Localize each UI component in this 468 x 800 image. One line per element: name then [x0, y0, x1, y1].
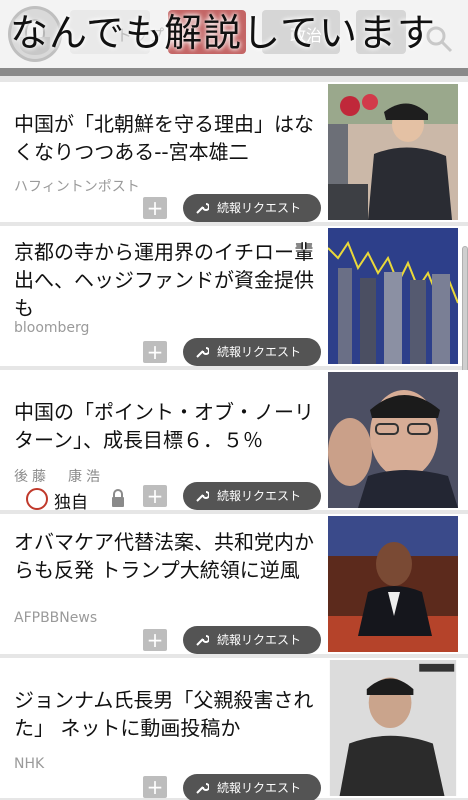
header-divider	[0, 68, 468, 76]
article-source: NHK	[14, 756, 45, 772]
article-card[interactable]: 京都の寺から運用界のイチロー輩出へ、ヘッジファンドが資金提供も bloomber…	[0, 226, 468, 366]
article-title[interactable]: ジョンナム氏長男「父親殺害された」 ネットに動画投稿か	[14, 686, 314, 742]
add-button[interactable]: +	[143, 197, 167, 219]
follow-up-request-button[interactable]: 続報リクエスト	[183, 774, 321, 800]
follow-up-request-button[interactable]: 続報リクエスト	[183, 338, 321, 366]
article-source: AFPBBNews	[14, 610, 98, 626]
add-button[interactable]: +	[143, 629, 167, 651]
article-title[interactable]: 中国の「ポイント・オブ・ノーリターン」、成長目標６．５％	[14, 398, 314, 454]
article-author: 後藤 康浩	[14, 469, 104, 485]
article-source: ハフィントンポスト	[14, 179, 140, 195]
article-thumbnail[interactable]	[328, 84, 458, 220]
request-label: 続報リクエスト	[217, 781, 302, 795]
wrench-icon	[196, 491, 209, 502]
add-button[interactable]: +	[143, 341, 167, 363]
request-label: 続報リクエスト	[217, 345, 302, 359]
article-thumbnail[interactable]	[328, 660, 458, 796]
follow-up-request-button[interactable]: 続報リクエスト	[183, 194, 321, 222]
avatar	[26, 488, 48, 510]
wrench-icon	[196, 783, 209, 794]
article-thumbnail[interactable]	[328, 516, 458, 652]
wrench-icon	[196, 203, 209, 214]
article-card[interactable]: 中国が「北朝鮮を守る理由」はなくなりつつある--宮本雄二 ハフィントンポスト +…	[0, 82, 468, 222]
lock-icon	[112, 489, 124, 507]
follow-up-request-button[interactable]: 続報リクエスト	[183, 482, 321, 510]
exclusive-label: 独自	[54, 493, 88, 513]
caption-banner: なんでも解説しています	[10, 11, 436, 55]
add-button[interactable]: +	[143, 485, 167, 507]
article-title[interactable]: 京都の寺から運用界のイチロー輩出へ、ヘッジファンドが資金提供も	[14, 238, 314, 322]
article-card[interactable]: オバマケア代替法案、共和党内からも反発 トランプ大統領に逆風 AFPBBNews…	[0, 514, 468, 654]
article-thumbnail[interactable]	[328, 372, 458, 508]
article-source: bloomberg	[14, 320, 90, 336]
scrollbar-handle[interactable]	[462, 246, 468, 382]
request-label: 続報リクエスト	[217, 633, 302, 647]
article-thumbnail[interactable]	[328, 228, 458, 364]
request-label: 続報リクエスト	[217, 489, 302, 503]
wrench-icon	[196, 635, 209, 646]
add-button[interactable]: +	[143, 776, 167, 798]
wrench-icon	[196, 347, 209, 358]
top-bar: トップ 政治 なんでも解説しています	[0, 0, 468, 68]
follow-up-request-button[interactable]: 続報リクエスト	[183, 626, 321, 654]
article-card[interactable]: ジョンナム氏長男「父親殺害された」 ネットに動画投稿か NHK + 続報リクエス…	[0, 658, 468, 800]
article-title[interactable]: 中国が「北朝鮮を守る理由」はなくなりつつある--宮本雄二	[14, 110, 314, 166]
request-label: 続報リクエスト	[217, 201, 302, 215]
article-title[interactable]: オバマケア代替法案、共和党内からも反発 トランプ大統領に逆風	[14, 528, 314, 584]
